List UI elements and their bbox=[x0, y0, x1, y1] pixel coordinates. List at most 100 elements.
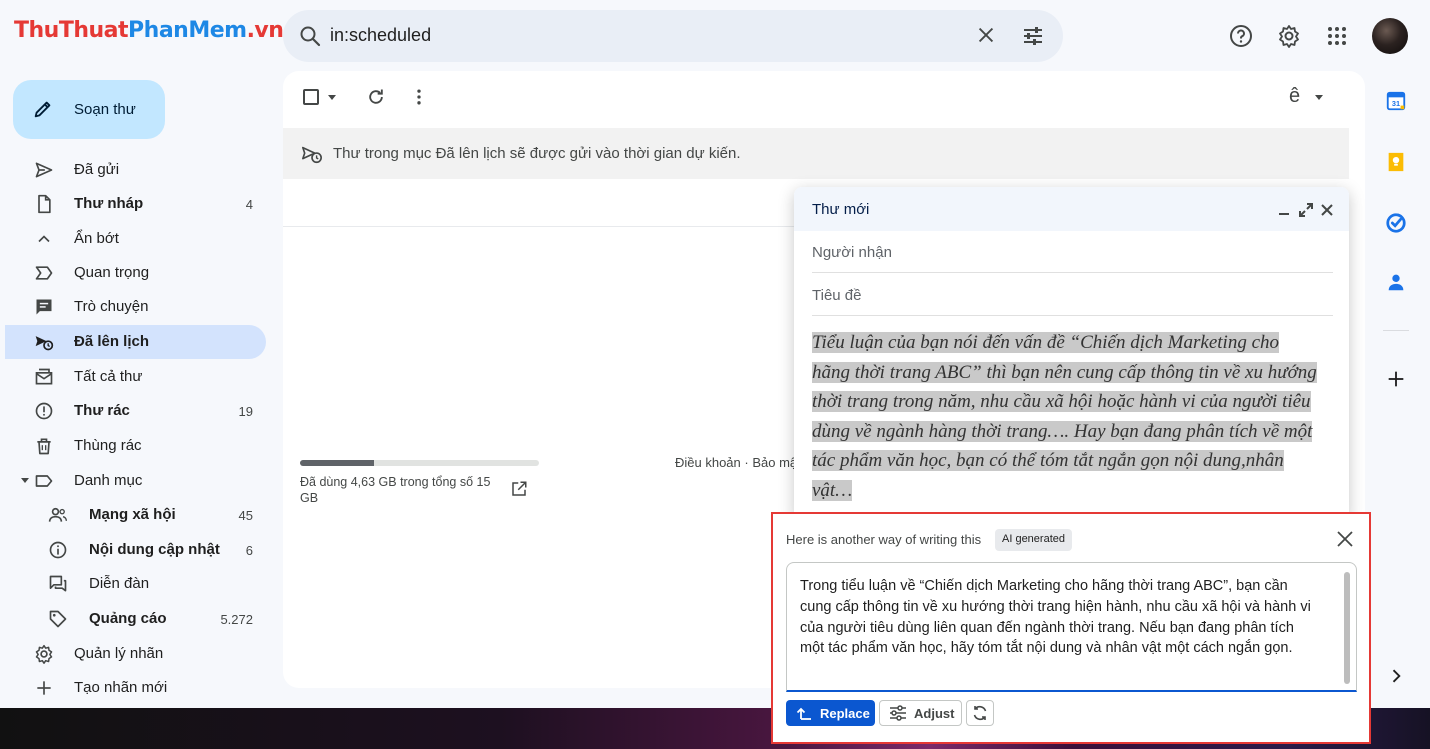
gear-icon[interactable] bbox=[1277, 24, 1301, 48]
spam-icon bbox=[35, 402, 53, 420]
sidebar-item-forums[interactable]: Diễn đàn bbox=[5, 567, 266, 601]
sidebar-item-label: Quảng cáo bbox=[89, 610, 167, 627]
sidebar-item-label: Thư nháp bbox=[74, 195, 144, 212]
svg-text:31: 31 bbox=[1392, 99, 1400, 108]
sidebar-item-less[interactable]: Ẩn bớt bbox=[5, 222, 266, 256]
sidebar-item-label: Mạng xã hội bbox=[89, 506, 176, 523]
ai-generated-badge-label: AI generated bbox=[1002, 533, 1065, 545]
keep-icon[interactable] bbox=[1385, 151, 1407, 173]
divider bbox=[812, 315, 1333, 316]
search-options-icon[interactable] bbox=[1021, 24, 1045, 48]
avatar[interactable] bbox=[1372, 18, 1408, 54]
divider bbox=[1383, 330, 1409, 331]
storage-bar-fill bbox=[300, 460, 375, 466]
sidebar-item-important[interactable]: Quan trọng bbox=[5, 256, 266, 290]
open-external-icon[interactable] bbox=[510, 480, 528, 498]
sidebar-item-manage-labels[interactable]: Quản lý nhãn bbox=[5, 637, 266, 671]
tasks-icon[interactable] bbox=[1385, 212, 1407, 234]
adjust-button-label: Adjust bbox=[914, 706, 955, 721]
sidebar-item-sent[interactable]: Đã gửi bbox=[5, 153, 266, 187]
apps-grid-icon[interactable] bbox=[1325, 24, 1349, 48]
footer-links[interactable]: Điều khoản · Bảo mậ bbox=[675, 455, 797, 470]
draft-icon bbox=[38, 194, 51, 214]
sidebar-item-trash[interactable]: Thùng rác bbox=[5, 429, 266, 463]
sidebar-item-label: Tất cả thư bbox=[74, 368, 143, 385]
pencil-icon bbox=[34, 101, 51, 118]
unread-count: 5.272 bbox=[220, 612, 253, 627]
chevron-up-icon bbox=[38, 235, 50, 243]
sidebar-item-promotions[interactable]: Quảng cáo 5.272 bbox=[5, 602, 266, 636]
caret-down-icon[interactable] bbox=[1314, 92, 1324, 102]
more-vert-icon[interactable] bbox=[409, 87, 429, 107]
calendar-icon[interactable]: 31 bbox=[1385, 90, 1407, 112]
storage-bar bbox=[300, 460, 539, 466]
sidebar-item-categories[interactable]: Danh mục bbox=[5, 464, 266, 498]
ai-suggestion-text[interactable]: Trong tiểu luận về “Chiến dịch Marketing… bbox=[800, 576, 1320, 659]
tune-icon bbox=[890, 705, 906, 721]
ai-panel-header: Here is another way of writing this bbox=[786, 532, 982, 547]
sidebar-item-all-mail[interactable]: Tất cả thư bbox=[5, 360, 266, 394]
scheduled-send-icon bbox=[302, 146, 322, 164]
sidebar-item-label: Tạo nhãn mới bbox=[74, 679, 168, 696]
scheduled-icon bbox=[35, 336, 54, 351]
compose-button-label: Soạn thư bbox=[74, 101, 136, 118]
caret-down-icon[interactable] bbox=[19, 474, 31, 486]
label-icon bbox=[35, 475, 53, 487]
sidebar-item-label: Diễn đàn bbox=[89, 575, 150, 592]
sidebar-item-label: Quan trọng bbox=[74, 264, 150, 281]
recipients-field[interactable]: Người nhận bbox=[812, 244, 892, 261]
minimize-icon[interactable] bbox=[1276, 202, 1292, 218]
search-icon[interactable] bbox=[298, 24, 322, 48]
all-mail-icon bbox=[35, 368, 53, 385]
refresh-icon[interactable] bbox=[366, 87, 386, 107]
compose-title: Thư mới bbox=[812, 201, 870, 218]
forum-icon bbox=[49, 575, 67, 592]
expand-icon[interactable] bbox=[1298, 202, 1314, 218]
unread-count: 45 bbox=[238, 508, 253, 523]
sidebar-item-scheduled[interactable]: Đã lên lịch bbox=[5, 325, 266, 359]
close-icon[interactable] bbox=[1319, 202, 1335, 218]
important-icon bbox=[35, 266, 53, 280]
plus-icon bbox=[37, 681, 51, 695]
send-icon bbox=[35, 162, 53, 178]
input-tools-button[interactable]: ê bbox=[1289, 85, 1300, 108]
chat-icon bbox=[36, 299, 52, 315]
unread-count: 19 bbox=[238, 404, 253, 419]
contacts-icon[interactable] bbox=[1385, 271, 1407, 293]
sidebar-item-label: Trò chuyện bbox=[74, 298, 149, 315]
sidebar-item-spam[interactable]: Thư rác 19 bbox=[5, 394, 266, 428]
sidebar-item-label: Thùng rác bbox=[74, 437, 142, 454]
compose-header[interactable] bbox=[794, 187, 1349, 231]
body-line: hãng thời trang ABC” thì bạn nên cung cấ… bbox=[812, 361, 1317, 383]
help-icon[interactable] bbox=[1229, 24, 1253, 48]
info-icon bbox=[49, 541, 67, 559]
unread-count: 6 bbox=[245, 543, 253, 558]
replace-button-label: Replace bbox=[820, 706, 870, 721]
search-input[interactable]: in:scheduled bbox=[330, 25, 431, 46]
divider bbox=[812, 272, 1333, 273]
sidebar-item-create-label[interactable]: Tạo nhãn mới bbox=[5, 671, 266, 705]
sidebar-item-social[interactable]: Mạng xã hội 45 bbox=[5, 498, 266, 532]
caret-down-icon[interactable] bbox=[327, 92, 337, 102]
social-icon bbox=[48, 507, 67, 522]
body-line: Tiểu luận của bạn nói đến vấn đề “Chiến … bbox=[812, 332, 1280, 353]
select-all-checkbox[interactable] bbox=[303, 89, 319, 105]
chevron-right-icon[interactable] bbox=[1386, 666, 1406, 686]
body-line: thời trang trong năm, nhu cầu xã hội hoặ… bbox=[812, 391, 1311, 413]
body-line: dùng về ngành hàng thời trang…. Hay bạn … bbox=[812, 420, 1313, 442]
sidebar-item-label: Đã lên lịch bbox=[74, 333, 150, 350]
sidebar-item-label: Danh mục bbox=[74, 472, 143, 489]
body-line: tác phẩm văn học, bạn có thể tóm tắt ngắ… bbox=[812, 450, 1284, 472]
unread-count: 4 bbox=[245, 197, 253, 212]
compose-body[interactable]: Tiểu luận của bạn nói đến vấn đề “Chiến … bbox=[812, 328, 1338, 506]
trash-icon bbox=[37, 438, 51, 455]
scrollbar[interactable] bbox=[1344, 572, 1350, 684]
close-icon[interactable] bbox=[1335, 529, 1355, 549]
close-icon[interactable] bbox=[975, 24, 997, 46]
sidebar-item-updates[interactable]: Nội dung cập nhật 6 bbox=[5, 533, 266, 567]
sidebar-item-drafts[interactable]: Thư nháp 4 bbox=[5, 187, 266, 221]
plus-icon[interactable] bbox=[1385, 368, 1407, 390]
subject-field[interactable]: Tiêu đề bbox=[812, 287, 861, 304]
sidebar-item-label: Nội dung cập nhật bbox=[89, 541, 220, 558]
sidebar-item-chat[interactable]: Trò chuyện bbox=[5, 290, 266, 324]
